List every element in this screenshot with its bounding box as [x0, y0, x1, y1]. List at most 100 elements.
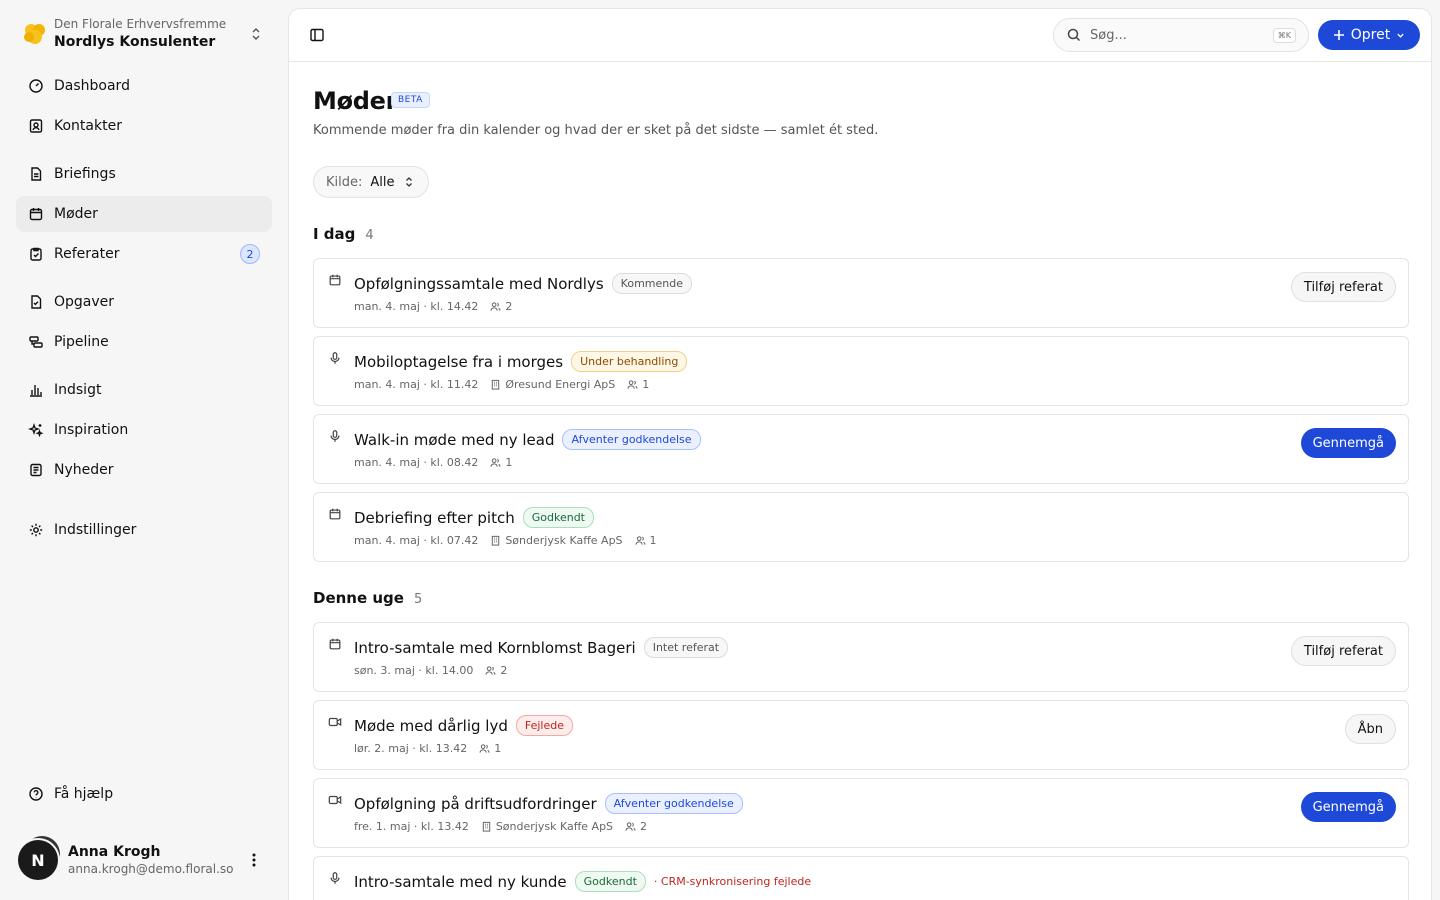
meeting-title: Opfølgning på driftsudfordringer	[354, 794, 597, 813]
search-input[interactable]: Søg... ⌘K	[1053, 18, 1309, 52]
workspace-logo-icon	[22, 21, 48, 47]
crm-sync-warning: · CRM-synkronisering fejlede	[653, 875, 812, 888]
meeting-date: fre. 1. maj · kl. 13.42	[354, 820, 469, 833]
nav-contacts-label: Kontakter	[54, 118, 122, 134]
meeting-card[interactable]: Opfølgningssamtale med Nordlys Kommende …	[313, 258, 1409, 328]
users-icon	[625, 822, 636, 831]
avatar: N	[18, 840, 58, 880]
source-filter[interactable]: Kilde: Alle	[313, 166, 429, 198]
company-name: Sønderjysk Kaffe ApS	[495, 820, 614, 833]
building-icon	[482, 821, 491, 832]
meeting-card[interactable]: Intro-samtale med ny kunde Godkendt · CR…	[313, 856, 1409, 900]
review-button[interactable]: Gennemgå	[1300, 792, 1396, 822]
nav-tasks[interactable]: Opgaver	[16, 284, 272, 320]
building-icon	[492, 535, 500, 546]
chevron-up-down-icon	[405, 177, 412, 187]
users-icon	[490, 458, 501, 467]
nav-dashboard-label: Dashboard	[54, 78, 130, 94]
meeting-title: Intro-samtale med ny kunde	[354, 872, 567, 891]
meeting-title: Debriefing efter pitch	[354, 508, 515, 527]
add-minutes-button[interactable]: Tilføj referat	[1290, 636, 1396, 666]
nav-news[interactable]: Nyheder	[16, 452, 272, 488]
calendar-icon	[329, 274, 341, 286]
meeting-card[interactable]: Mobiloptagelse fra i morges Under behand…	[313, 336, 1409, 406]
nav-minutes-label: Referater	[54, 246, 120, 262]
meeting-date: man. 4. maj · kl. 14.42	[354, 300, 479, 313]
chevron-down-icon	[1397, 33, 1404, 38]
create-label: Opret	[1350, 27, 1391, 43]
status-badge: Fejlede	[515, 715, 573, 736]
user-menu[interactable]: N Anna Krogh anna.krogh@demo.floral.so	[16, 834, 272, 886]
status-badge: Kommende	[611, 273, 692, 294]
add-minutes-button[interactable]: Tilføj referat	[1290, 272, 1396, 302]
meeting-card[interactable]: Walk-in møde med ny lead Afventer godken…	[313, 414, 1409, 484]
meeting-card[interactable]: Debriefing efter pitch Godkendt man. 4. …	[313, 492, 1409, 562]
workspace-switcher[interactable]: Den Florale Erhvervsfremme Nordlys Konsu…	[16, 10, 272, 58]
meeting-card[interactable]: Opfølgning på driftsudfordringer Afvente…	[313, 778, 1409, 848]
nav-help[interactable]: Få hjælp	[16, 776, 272, 812]
users-icon	[634, 536, 646, 545]
nav-minutes[interactable]: Referater 2	[16, 236, 272, 272]
contact-card-icon	[28, 118, 44, 134]
meeting-date: lør. 2. maj · kl. 13.42	[354, 742, 468, 755]
users-icon	[485, 666, 496, 675]
nav-tasks-label: Opgaver	[54, 294, 115, 310]
nav-contacts[interactable]: Kontakter	[16, 108, 272, 144]
nav-settings[interactable]: Indstillinger	[16, 512, 272, 548]
nav-pipeline[interactable]: Pipeline	[16, 324, 272, 360]
page-subtitle: Kommende møder fra din kalender og hvad …	[313, 123, 879, 138]
gear-icon	[28, 522, 44, 538]
more-vertical-icon[interactable]	[242, 848, 266, 872]
document-icon	[28, 166, 44, 182]
participant-count: 1	[642, 378, 650, 391]
participant-count: 1	[649, 534, 657, 547]
plus-icon	[1333, 30, 1344, 40]
nav-settings-label: Indstillinger	[54, 522, 137, 538]
company-name: Øresund Energi ApS	[505, 378, 616, 391]
nav-meetings-label: Møder	[54, 206, 98, 222]
clipboard-check-icon	[28, 246, 44, 262]
status-badge: Afventer godkendelse	[562, 429, 701, 450]
users-icon	[479, 744, 490, 753]
meeting-date: man. 4. maj · kl. 08.42	[354, 456, 479, 469]
calendar-icon	[329, 638, 341, 650]
microphone-icon	[330, 872, 340, 884]
participant-count: 2	[500, 664, 508, 677]
source-filter-label: Kilde:	[326, 174, 363, 190]
meeting-title: Mobiloptagelse fra i morges	[354, 352, 564, 371]
meeting-card[interactable]: Møde med dårlig lyd Fejlede lør. 2. maj …	[313, 700, 1409, 770]
nav-inspiration[interactable]: Inspiration	[16, 412, 272, 448]
page-title: Møder	[313, 87, 398, 115]
beta-badge: BETA	[391, 92, 430, 108]
source-filter-value: Alle	[370, 174, 395, 190]
nav-briefings[interactable]: Briefings	[16, 156, 272, 192]
user-email: anna.krogh@demo.floral.so	[68, 862, 234, 876]
meeting-title: Intro-samtale med Kornblomst Bageri	[354, 638, 636, 657]
nav-insight[interactable]: Indsigt	[16, 372, 272, 408]
review-button[interactable]: Gennemgå	[1300, 428, 1396, 458]
task-list-icon	[28, 294, 44, 310]
section-today-count: 4	[365, 228, 374, 243]
meeting-title: Walk-in møde med ny lead	[354, 430, 555, 449]
open-button[interactable]: Åbn	[1344, 714, 1396, 744]
nav-meetings[interactable]: Møder	[16, 196, 272, 232]
participant-count: 1	[505, 456, 513, 469]
search-shortcut: ⌘K	[1272, 27, 1296, 43]
main-panel: Søg... ⌘K Opret Møder BETA Kommende møde…	[288, 8, 1432, 900]
meeting-title: Opfølgningssamtale med Nordlys	[354, 274, 604, 293]
chevron-up-down-icon	[252, 28, 260, 40]
sidebar-toggle-icon[interactable]	[307, 25, 327, 45]
building-icon	[492, 379, 500, 390]
participant-count: 1	[494, 742, 502, 755]
meeting-date: man. 4. maj · kl. 07.42	[354, 534, 479, 547]
search-icon	[1067, 28, 1081, 42]
calendar-icon	[28, 206, 44, 222]
nav-dashboard[interactable]: Dashboard	[16, 68, 272, 104]
nav-insight-label: Indsigt	[54, 382, 102, 398]
meeting-card[interactable]: Intro-samtale med Kornblomst Bageri Inte…	[313, 622, 1409, 692]
section-week-count: 5	[413, 592, 423, 607]
section-this-week: Denne uge 5	[313, 589, 422, 607]
help-circle-icon	[28, 786, 44, 802]
create-button[interactable]: Opret	[1318, 20, 1420, 50]
meeting-date: søn. 3. maj · kl. 14.00	[354, 664, 474, 677]
